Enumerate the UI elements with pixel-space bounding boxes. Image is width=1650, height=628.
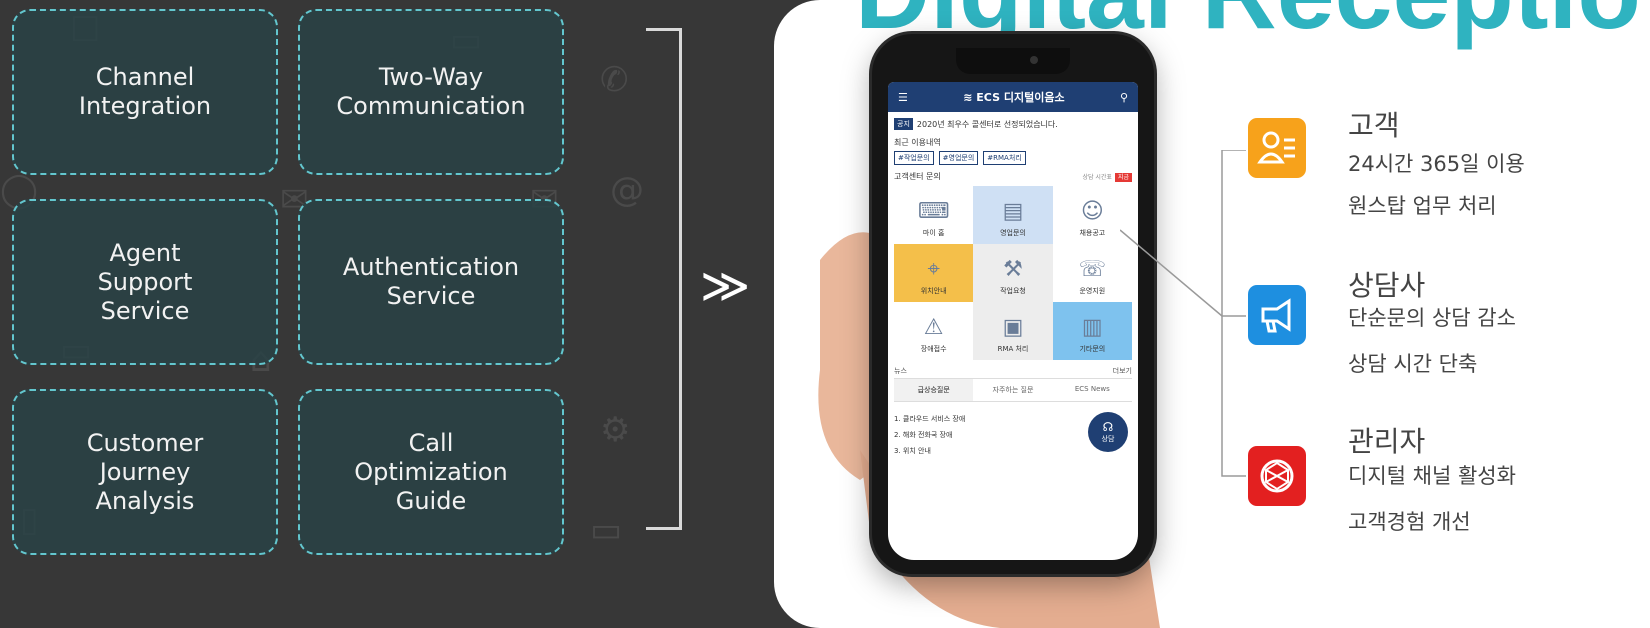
phone-notch (956, 48, 1070, 74)
chip-work-inquiry[interactable]: #작업문의 (894, 151, 934, 165)
camera-icon (1030, 56, 1038, 64)
hamburger-icon[interactable]: ☰ (898, 91, 908, 104)
cs-label: 고객센터 문의 (894, 172, 941, 181)
presentation-icon: ▤ (1002, 199, 1024, 224)
megaphone-icon (1248, 285, 1306, 345)
grid-item-incident[interactable]: ⚠ 장애접수 (894, 302, 974, 360)
trending-list: 1. 클라우드 서비스 장애 2. 해화 전화국 장애 3. 위치 안내 ☊ 상… (888, 402, 1138, 468)
news-label: 뉴스 (894, 367, 907, 375)
alert-desk-icon: ⚠ (923, 315, 944, 340)
grid-item-work-request[interactable]: ⚒ 작업요청 (973, 244, 1053, 302)
headset-icon: ☊ (1102, 420, 1114, 434)
phone-icon: ✆ (600, 60, 629, 100)
cs-schedule[interactable]: 상담 시간표 (1082, 174, 1112, 181)
tab-trending[interactable]: 급상승질문 (894, 379, 974, 401)
feature-line: 상담 시간 단축 (1348, 352, 1478, 376)
tab-faq[interactable]: 자주하는 질문 (973, 379, 1052, 401)
at-sign-icon: @ (610, 170, 644, 210)
service-box-customer-journey-analysis: Customer Journey Analysis (12, 389, 278, 555)
smartphone-mockup: ☰ ≋ ECS 디지털이음소 ⚲ 공지 2020년 최우수 콜센터로 선정되었습… (872, 34, 1154, 574)
service-label: Call Optimization Guide (354, 428, 508, 515)
notice-bar[interactable]: 공지 2020년 최우수 콜센터로 선정되었습니다. (888, 112, 1138, 134)
grid-item-rma[interactable]: ▣ RMA 처리 (973, 302, 1053, 360)
service-label: Channel Integration (78, 63, 212, 120)
feature-line: 디지털 채널 활성화 (1348, 464, 1516, 488)
grid-label: RMA 처리 (997, 345, 1029, 353)
service-box-call-optimization-guide: Call Optimization Guide (298, 389, 564, 555)
support-agent-icon: ☏ (1078, 257, 1107, 282)
phone-screen: ☰ ≋ ECS 디지털이음소 ⚲ 공지 2020년 최우수 콜센터로 선정되었습… (888, 82, 1138, 560)
service-box-authentication-service: Authentication Service (298, 199, 564, 365)
consult-label: 상담 (1101, 435, 1115, 443)
grid-label: 채용공고 (1079, 229, 1106, 237)
map-pin-icon: ⌖ (927, 257, 940, 282)
people-icon: ☺ (1080, 199, 1104, 224)
grid-label: 운영지원 (1079, 287, 1106, 295)
news-header: 뉴스 더보기 (888, 360, 1138, 378)
tools-icon: ⚒ (1003, 257, 1023, 282)
box-icon: ▣ (1002, 315, 1024, 340)
service-label: Authentication Service (342, 253, 520, 310)
grid-label: 장애접수 (920, 345, 947, 353)
feature-title-agent: 상담사 (1348, 269, 1426, 302)
app-brand: ≋ ECS 디지털이음소 (963, 91, 1065, 104)
feature-line: 24시간 365일 이용 (1348, 152, 1525, 176)
service-box-agent-support-service: Agent Support Service (12, 199, 278, 365)
user-list-icon (1248, 118, 1306, 178)
search-icon[interactable]: ⚲ (1120, 91, 1128, 104)
building-icon: ▥ (1081, 315, 1103, 340)
chip-sales-inquiry[interactable]: #영업문의 (938, 151, 979, 165)
id-card-icon: ▭ (590, 510, 623, 550)
grid-label: 영업문의 (1000, 229, 1026, 237)
notice-tag: 공지 (894, 118, 913, 130)
gear-icon: ⚙ (600, 410, 631, 450)
chip-rma[interactable]: #RMA처리 (983, 151, 1026, 165)
grid-item-my-home[interactable]: ⌨ 마이 홈 (894, 186, 974, 244)
feature-line: 단순문의 상담 감소 (1348, 306, 1516, 330)
feature-line: 고객경험 개선 (1348, 510, 1471, 534)
grid-item-location[interactable]: ⌖ 위치안내 (894, 244, 974, 302)
desk-person-icon: ⌨ (917, 199, 950, 224)
feature-title-customer: 고객 (1348, 109, 1400, 142)
news-tabs: 급상승질문 자주하는 질문 ECS News (894, 378, 1132, 402)
service-box-two-way-communication: Two-Way Communication (298, 9, 564, 175)
service-label: Agent Support Service (97, 238, 193, 325)
grid-label: 위치안내 (920, 287, 947, 295)
double-chevron-right-icon: ≫ (700, 258, 751, 314)
grid-label: 마이 홈 (922, 229, 945, 237)
recent-label: 최근 이용내역 (894, 138, 941, 147)
grid-label: 기타문의 (1079, 345, 1106, 353)
grid-label: 작업요청 (1000, 287, 1026, 295)
service-grid: ⌨ 마이 홈 ▤ 영업문의 ☺ 채용공고 ⌖ 위치안내 ⚒ 작업요청 ☏ 운영지… (894, 186, 1132, 360)
grouping-bracket (646, 28, 682, 530)
notice-text: 2020년 최우수 콜센터로 선정되었습니다. (916, 119, 1058, 129)
service-label: Two-Way Communication (336, 63, 526, 120)
service-box-channel-integration: Channel Integration (12, 9, 278, 175)
feature-title-manager: 관리자 (1348, 425, 1426, 458)
service-label: Customer Journey Analysis (86, 428, 204, 515)
app-header: ☰ ≋ ECS 디지털이음소 ⚲ (888, 82, 1138, 112)
feature-line: 원스탑 업무 처리 (1348, 194, 1497, 218)
globe-network-icon (1248, 446, 1306, 506)
grid-item-sales[interactable]: ▤ 영업문의 (973, 186, 1053, 244)
recent-chips: #작업문의 #영업문의 #RMA처리 (888, 151, 1138, 169)
cs-header: 고객센터 문의 상담 시간표 지금 (888, 169, 1138, 184)
